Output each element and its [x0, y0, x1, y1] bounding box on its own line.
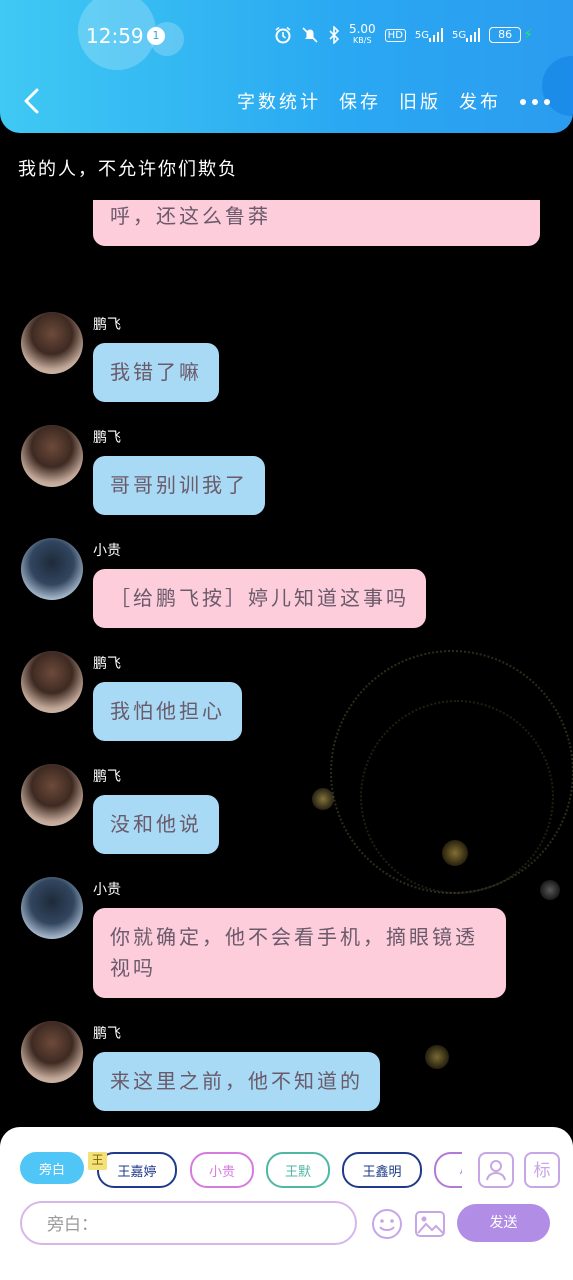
avatar-pengfei[interactable]: [21, 651, 83, 713]
label-icon-text: 标: [534, 1161, 551, 1181]
alarm-icon: [274, 26, 292, 44]
battery-icon: 86 ⚡: [489, 27, 533, 43]
character-selector: 旁白 王嘉婷 王 小贵 王默 王鑫明 小: [20, 1152, 462, 1188]
avatar-pengfei[interactable]: [21, 1021, 83, 1083]
sender-name: 鹏飞: [93, 430, 121, 446]
avatar-pengfei[interactable]: [21, 425, 83, 487]
old-version-button[interactable]: 旧版: [399, 88, 441, 114]
message-bubble[interactable]: 我错了嘛: [93, 343, 219, 402]
net-speed-unit: KB/S: [353, 36, 372, 45]
status-icons: 5.00 KB/S HD 5G 5G 86 ⚡: [274, 22, 533, 46]
toolbar-actions: 字数统计 保存 旧版 发布: [237, 88, 551, 114]
message-bubble[interactable]: 你现在，除了你自己，还有婷儿得招呼，还这么鲁莽: [93, 200, 540, 246]
message-bubble[interactable]: 哥哥别训我了: [93, 456, 265, 515]
message-text: 我错了嘛: [110, 360, 202, 384]
character-chip[interactable]: 王默: [266, 1152, 330, 1188]
sender-name: 鹏飞: [93, 656, 121, 672]
message-input[interactable]: 旁白：: [20, 1201, 357, 1245]
signal-5g-icon: 5G: [414, 28, 444, 42]
message-bubble[interactable]: 我怕他担心: [93, 682, 242, 741]
message-bubble[interactable]: ［给鹏飞按］婷儿知道这事吗: [93, 569, 426, 628]
character-chip[interactable]: 王嘉婷: [97, 1152, 177, 1188]
sender-name: 小贵: [93, 543, 121, 559]
crown-badge: 王: [88, 1152, 107, 1170]
message-bubble[interactable]: 你就确定，他不会看手机，摘眼镜透视吗: [93, 908, 506, 998]
message-text: 你现在，除了你自己，还有婷儿得招呼，还这么鲁莽: [110, 204, 271, 228]
avatar-pengfei[interactable]: [21, 312, 83, 374]
character-chip[interactable]: 小贵: [190, 1152, 254, 1188]
message-text: 哥哥别训我了: [110, 473, 248, 497]
status-bar: 12:59 1 5.00 KB/S HD 5G 5G 86 ⚡: [0, 0, 573, 70]
avatar-xiaogui[interactable]: [21, 538, 83, 600]
signal-5g-icon: 5G: [452, 28, 481, 42]
page-title: 我的人，不允许你们欺负: [18, 159, 238, 180]
send-button[interactable]: 发送: [457, 1204, 550, 1242]
sender-name: 鹏飞: [93, 317, 121, 333]
status-time: 12:59: [86, 24, 144, 48]
sender-name: 小贵: [93, 882, 121, 898]
battery-level: 86: [489, 27, 522, 43]
back-icon[interactable]: [18, 86, 48, 116]
signal-label: 5G: [414, 29, 430, 41]
character-chip[interactable]: 小: [434, 1152, 462, 1188]
emoji-icon[interactable]: [370, 1207, 404, 1245]
net-speed-value: 5.00: [348, 22, 376, 36]
header: 12:59 1 5.00 KB/S HD 5G 5G 86 ⚡ 字数统计 保存 …: [0, 0, 573, 133]
message-bubble[interactable]: 来这里之前，他不知道的: [93, 1052, 380, 1111]
more-icon[interactable]: [519, 92, 551, 110]
image-icon[interactable]: [413, 1207, 447, 1245]
sender-name: 鹏飞: [93, 1026, 121, 1042]
title-bar: 我的人，不允许你们欺负: [0, 145, 573, 195]
composer-panel: 旁白 王嘉婷 王 小贵 王默 王鑫明 小 标 旁白： 发送: [0, 1127, 573, 1280]
hd-voice-icon: HD: [384, 28, 406, 42]
character-chip[interactable]: 王鑫明: [342, 1152, 422, 1188]
toolbar: 字数统计 保存 旧版 发布: [0, 78, 573, 128]
publish-button[interactable]: 发布: [459, 88, 501, 114]
character-profile-icon[interactable]: [478, 1152, 514, 1188]
charging-icon: ⚡: [523, 27, 533, 43]
message-text: 没和他说: [110, 812, 202, 836]
word-count-button[interactable]: 字数统计: [237, 88, 321, 114]
network-speed: 5.00 KB/S: [348, 22, 376, 46]
message-bubble[interactable]: 没和他说: [93, 795, 219, 854]
notification-badge: 1: [147, 27, 165, 45]
label-icon[interactable]: 标: [524, 1152, 560, 1188]
message-text: ［给鹏飞按］婷儿知道这事吗: [110, 586, 409, 610]
message-text: 你就确定，他不会看手机，摘眼镜透视吗: [110, 925, 478, 980]
message-text: 来这里之前，他不知道的: [110, 1069, 363, 1093]
save-button[interactable]: 保存: [339, 88, 381, 114]
chat-area[interactable]: 你现在，除了你自己，还有婷儿得招呼，还这么鲁莽 鹏飞 我错了嘛 鹏飞 哥哥别训我…: [0, 200, 573, 1130]
signal-label: 5G: [452, 29, 467, 41]
avatar-pengfei[interactable]: [21, 764, 83, 826]
sender-name: 鹏飞: [93, 769, 121, 785]
character-chip-narrator[interactable]: 旁白: [20, 1152, 84, 1184]
bluetooth-icon: [328, 26, 340, 44]
avatar-xiaogui[interactable]: [21, 877, 83, 939]
message-text: 我怕他担心: [110, 699, 225, 723]
mute-bell-icon: [301, 26, 319, 44]
